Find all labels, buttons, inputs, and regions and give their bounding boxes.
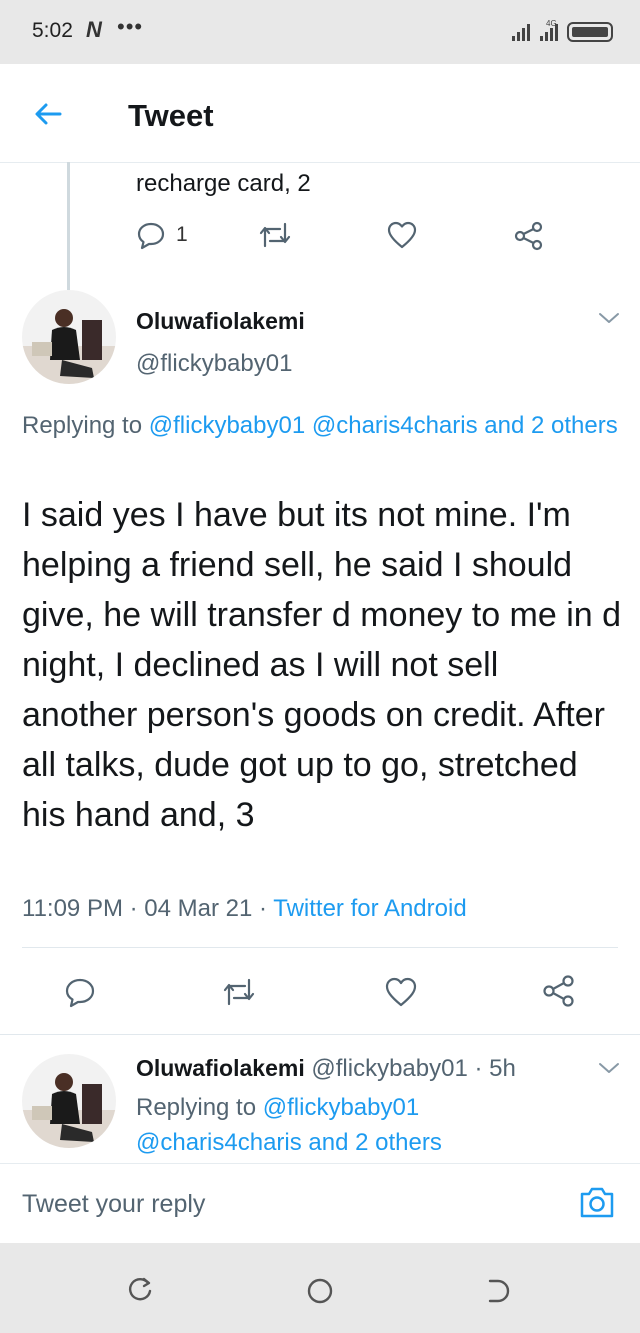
camera-icon bbox=[580, 1187, 614, 1218]
reply-input[interactable]: Tweet your reply bbox=[22, 1190, 205, 1219]
reply-icon bbox=[65, 978, 95, 1008]
like-icon bbox=[387, 221, 417, 249]
author-name[interactable]: Oluwafiolakemi bbox=[136, 308, 305, 335]
tweet-source[interactable]: Twitter for Android bbox=[273, 895, 466, 922]
like-button[interactable] bbox=[384, 976, 418, 1013]
share-button[interactable] bbox=[513, 220, 545, 252]
avatar[interactable] bbox=[22, 290, 116, 384]
back-arrow-icon bbox=[35, 103, 62, 125]
network-type: 4G bbox=[546, 19, 557, 28]
status-icons: 4G bbox=[510, 18, 620, 49]
tweet-meta: 11:09 PM · 04 Mar 21 · Twitter for Andro… bbox=[22, 895, 467, 923]
retweet-icon bbox=[223, 978, 255, 1006]
camera-button[interactable] bbox=[578, 1184, 616, 1225]
app-header: Tweet bbox=[0, 64, 640, 163]
share-icon bbox=[514, 221, 543, 251]
divider bbox=[22, 947, 618, 948]
thread-connector bbox=[67, 162, 70, 290]
recent-apps-icon bbox=[129, 1277, 152, 1301]
tweet-menu-button[interactable] bbox=[596, 308, 622, 333]
replying-to: Replying to @flickybaby01 @charis4charis… bbox=[136, 1090, 442, 1160]
previous-tweet-text: recharge card, 2 bbox=[136, 170, 311, 197]
recent-apps-button[interactable] bbox=[126, 1275, 154, 1308]
author-handle[interactable]: @flickybaby01 bbox=[136, 350, 292, 378]
replying-mentions[interactable]: @flickybaby01 @charis4charis and 2 other… bbox=[149, 412, 618, 439]
reply-header: Oluwafiolakemi @flickybaby01 · 5h bbox=[136, 1055, 516, 1083]
author-handle[interactable]: @flickybaby01 bbox=[311, 1055, 467, 1082]
chevron-down-icon bbox=[599, 1063, 619, 1073]
tweet-age: · 5h bbox=[474, 1055, 516, 1082]
avatar[interactable] bbox=[22, 1054, 116, 1148]
home-icon bbox=[307, 1278, 333, 1304]
replying-prefix: Replying to bbox=[22, 412, 149, 439]
tweet-body: I said yes I have but its not mine. I'm … bbox=[22, 496, 622, 834]
reply-button[interactable] bbox=[64, 976, 96, 1013]
meta-separator: · bbox=[252, 895, 274, 922]
back-nav-button[interactable] bbox=[484, 1277, 512, 1310]
share-icon bbox=[543, 975, 574, 1007]
share-button[interactable] bbox=[542, 974, 576, 1013]
page-title: Tweet bbox=[128, 98, 214, 133]
meta-separator: · bbox=[122, 895, 145, 922]
avatar-image bbox=[22, 1054, 116, 1148]
reply-button[interactable]: 1 bbox=[136, 220, 188, 250]
carrier-logo-icon: N bbox=[86, 17, 102, 42]
chevron-down-icon bbox=[599, 313, 619, 323]
tweet-date: 04 Mar 21 bbox=[144, 895, 253, 922]
back-button[interactable] bbox=[32, 98, 64, 135]
back-nav-icon bbox=[488, 1279, 510, 1303]
retweet-button[interactable] bbox=[221, 976, 257, 1013]
reply-count: 1 bbox=[176, 223, 188, 246]
tweet-menu-button[interactable] bbox=[596, 1058, 622, 1083]
replying-prefix: Replying to bbox=[136, 1094, 263, 1121]
status-bar: 5:02 N ••• 4G bbox=[0, 0, 640, 64]
like-button[interactable] bbox=[386, 220, 418, 250]
replying-mention[interactable]: @flickybaby01 bbox=[263, 1094, 419, 1121]
reply-composer[interactable]: Tweet your reply bbox=[0, 1163, 640, 1244]
avatar-image bbox=[22, 290, 116, 384]
author-name[interactable]: Oluwafiolakemi bbox=[136, 1055, 305, 1081]
replying-to: Replying to @flickybaby01 @charis4charis… bbox=[22, 408, 622, 443]
more-notifications-icon: ••• bbox=[117, 14, 144, 39]
signal-battery-icon: 4G bbox=[512, 19, 613, 42]
system-nav-bar bbox=[0, 1243, 640, 1333]
like-icon bbox=[385, 977, 417, 1007]
retweet-button[interactable] bbox=[258, 220, 292, 250]
tweet-time: 11:09 PM bbox=[22, 895, 123, 922]
status-time: 5:02 bbox=[32, 19, 73, 42]
reply-icon bbox=[137, 222, 165, 250]
retweet-icon bbox=[259, 222, 291, 248]
divider bbox=[0, 1034, 640, 1035]
replying-mention[interactable]: @charis4charis and 2 others bbox=[136, 1129, 442, 1156]
home-button[interactable] bbox=[305, 1276, 335, 1311]
